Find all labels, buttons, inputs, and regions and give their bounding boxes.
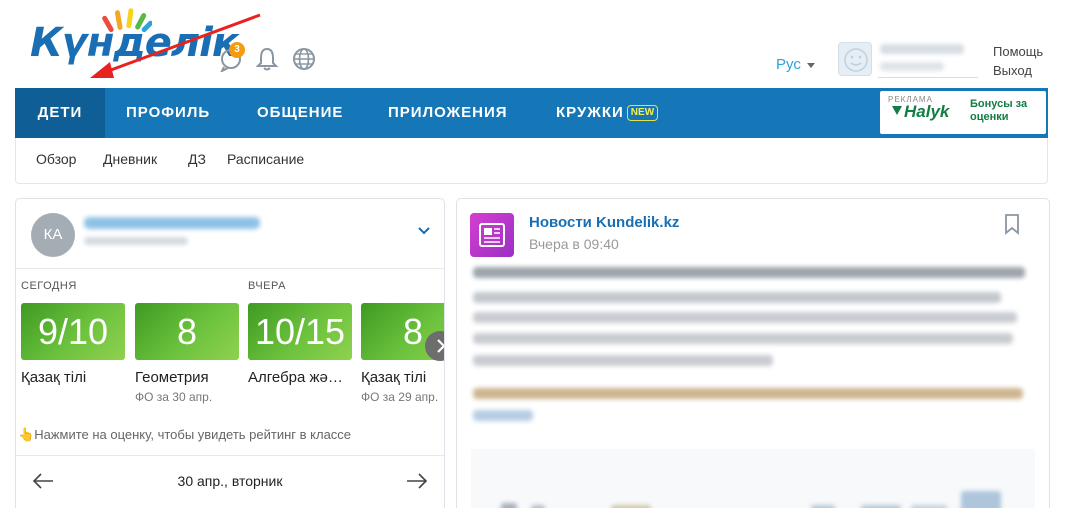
user-avatar[interactable]: [838, 42, 872, 76]
arrow-right-icon[interactable]: [406, 472, 428, 490]
yesterday-label: ВЧЕРА: [248, 280, 286, 292]
student-class-redacted: [84, 237, 188, 245]
grade-subject: Алгебра жә…: [248, 369, 343, 386]
nav-tab-children[interactable]: ДЕТИ: [15, 88, 105, 138]
grade-tile[interactable]: 10/15: [248, 303, 352, 360]
nav-tab-profile[interactable]: ПРОФИЛЬ: [126, 88, 210, 138]
news-icon: [470, 213, 514, 257]
nav-tab-apps[interactable]: ПРИЛОЖЕНИЯ: [388, 88, 508, 138]
ad-brand-text: Halyk: [904, 102, 950, 121]
grade-tile[interactable]: 8: [135, 303, 239, 360]
ad-brand: Halyk: [892, 102, 949, 122]
halyk-logo-icon: [892, 106, 902, 115]
grade-subject: Қазақ тілі: [361, 369, 427, 386]
rating-hint: 👆Нажмите на оценку, чтобы увидеть рейтин…: [18, 427, 351, 443]
today-label: СЕГОДНЯ: [21, 280, 77, 292]
rating-hint-text: Нажмите на оценку, чтобы увидеть рейтинг…: [34, 427, 352, 442]
grade-note: ФО за 29 апр.: [361, 390, 439, 404]
nav-tab-label: ОБЩЕНИЕ: [257, 104, 344, 121]
subnav-homework[interactable]: ДЗ: [188, 151, 206, 167]
chevron-right-icon: [437, 339, 444, 353]
sub-nav: Обзор Дневник ДЗ Расписание: [15, 138, 1048, 184]
grade-tile[interactable]: 9/10: [21, 303, 125, 360]
nav-tab-label: КРУЖКИ: [556, 104, 624, 121]
nav-tab-communication[interactable]: ОБЩЕНИЕ: [257, 88, 343, 138]
chevron-down-icon[interactable]: [416, 223, 432, 239]
help-link[interactable]: Помощь: [993, 44, 1043, 59]
current-date: 30 апр., вторник: [177, 473, 283, 489]
logout-link[interactable]: Выход: [993, 63, 1032, 78]
subnav-diary[interactable]: Дневник: [103, 151, 157, 167]
smiley-icon: [844, 48, 868, 72]
student-selector[interactable]: КА: [16, 199, 444, 269]
scroll-right-button[interactable]: [425, 331, 444, 361]
language-label: Рус: [776, 56, 801, 73]
nav-tab-label: ПРИЛОЖЕНИЯ: [388, 104, 508, 121]
nav-tab-label: ДЕТИ: [37, 104, 83, 121]
news-image-redacted: [471, 449, 1035, 508]
subnav-schedule[interactable]: Расписание: [227, 151, 304, 167]
chevron-down-icon: [806, 62, 815, 68]
globe-icon[interactable]: [291, 46, 317, 72]
nav-tab-label: ПРОФИЛЬ: [126, 104, 211, 121]
student-name-redacted: [84, 217, 260, 229]
language-selector[interactable]: Рус: [776, 56, 815, 73]
grade-subject: Қазақ тілі: [21, 369, 87, 386]
grade-subject: Геометрия: [135, 369, 209, 386]
subnav-overview[interactable]: Обзор: [36, 151, 76, 167]
ad-text: Бонусы за оценки: [970, 98, 1028, 123]
news-source-link[interactable]: Новости Kundelik.kz: [529, 214, 679, 231]
halyk-ad-banner[interactable]: РЕКЛАМА Halyk Бонусы за оценки: [880, 91, 1046, 134]
user-name-redacted[interactable]: [878, 42, 978, 78]
student-avatar: КА: [31, 213, 75, 257]
bookmark-icon[interactable]: [1003, 213, 1021, 235]
new-badge: NEW: [626, 105, 659, 121]
pointing-hand-icon: 👆: [18, 427, 35, 442]
newspaper-icon: [479, 223, 505, 247]
grade-note: ФО за 30 апр.: [135, 390, 213, 404]
grades-card: КА СЕГОДНЯ ВЧЕРА 9/10 8 10/15 8 Қазақ ті…: [15, 198, 445, 508]
nav-tab-clubs[interactable]: КРУЖКИ NEW: [556, 88, 659, 138]
day-navigator: 30 апр., вторник: [16, 455, 444, 507]
news-card: Новости Kundelik.kz Вчера в 09:40: [456, 198, 1050, 508]
annotation-arrow-icon: [90, 13, 261, 78]
news-time: Вчера в 09:40: [529, 236, 619, 252]
